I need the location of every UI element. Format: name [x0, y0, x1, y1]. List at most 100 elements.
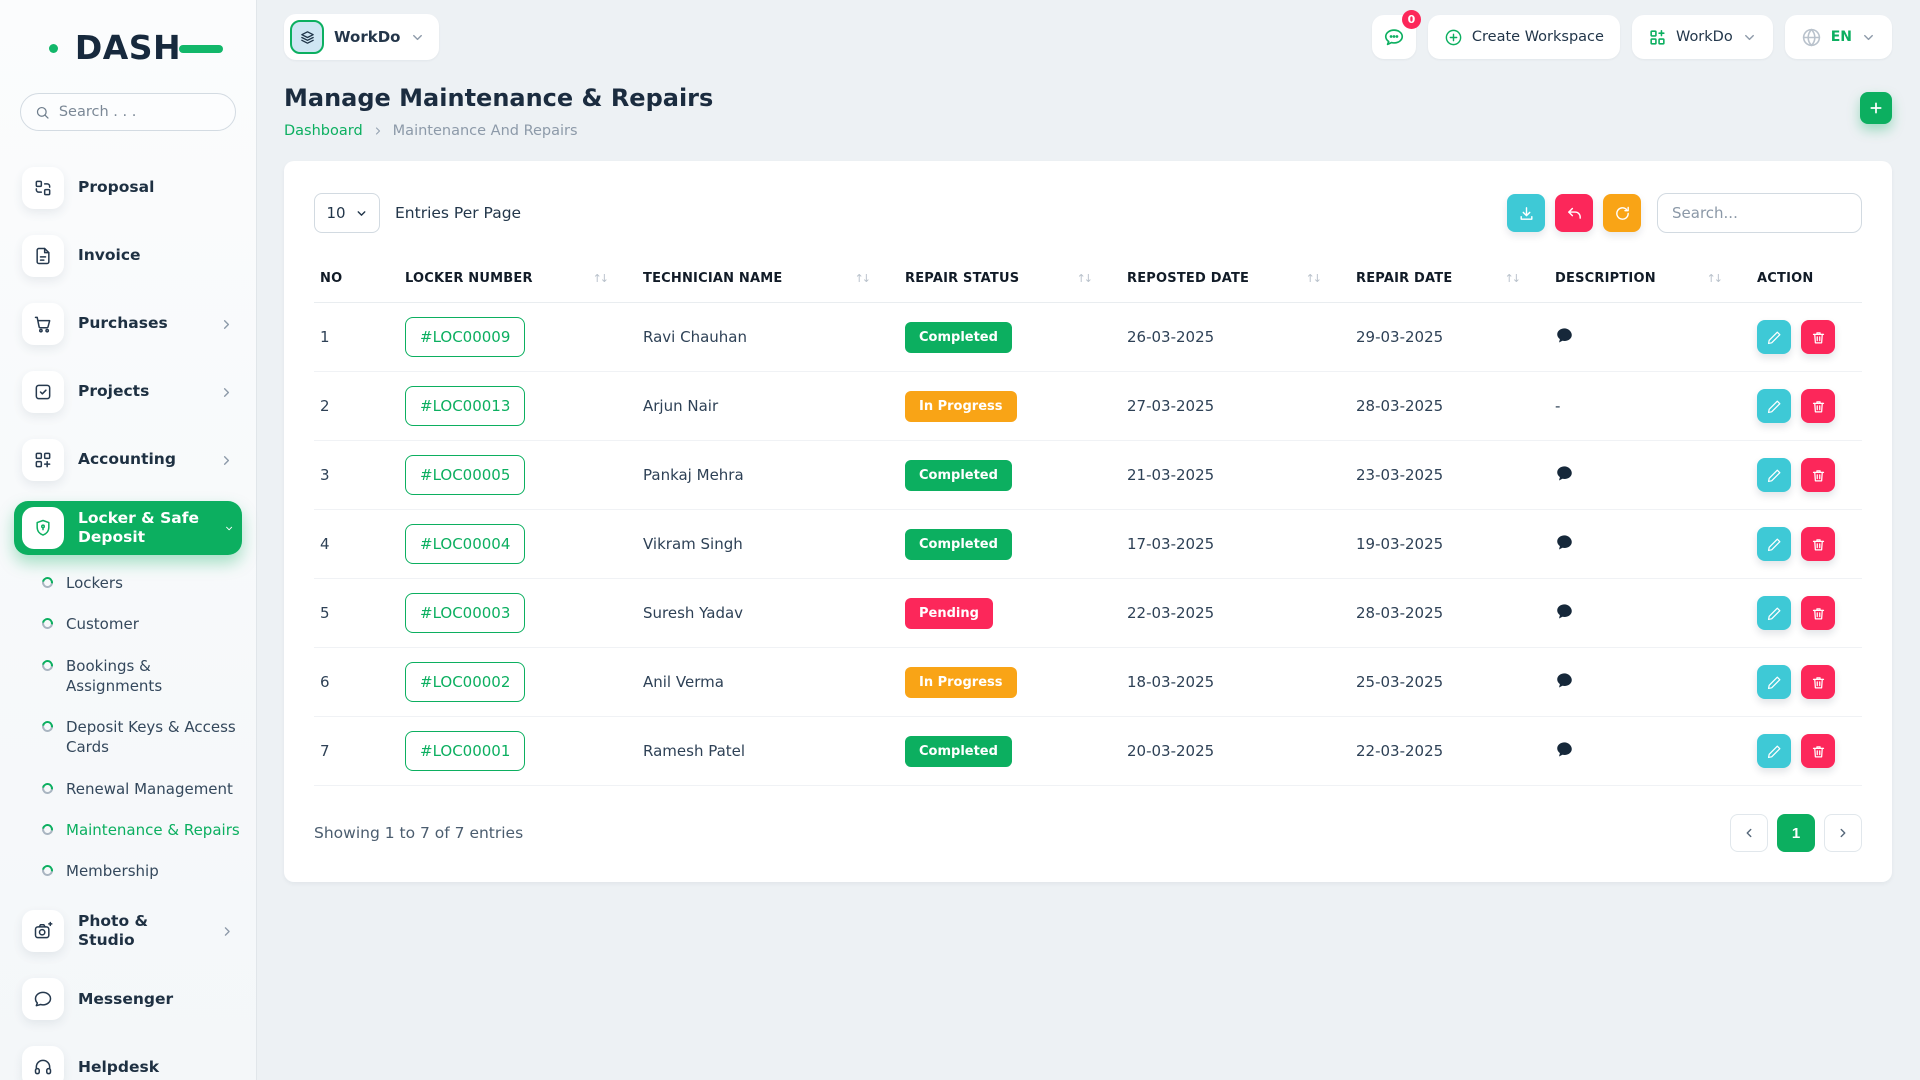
- sidebar-item-helpdesk[interactable]: Helpdesk: [14, 1040, 242, 1080]
- sidebar-item-proposal[interactable]: Proposal: [14, 161, 242, 215]
- sidebar-subitem-maintenance-repairs[interactable]: Maintenance & Repairs: [42, 820, 242, 840]
- locker-number-pill[interactable]: #LOC00004: [405, 524, 525, 564]
- sidebar-item-label: Helpdesk: [78, 1058, 159, 1077]
- edit-button[interactable]: [1757, 389, 1791, 423]
- chat-icon: [22, 978, 64, 1020]
- reposted-date: 27-03-2025: [1121, 372, 1350, 441]
- workdo-apps-dropdown[interactable]: WorkDo: [1632, 15, 1773, 59]
- locker-number-pill[interactable]: #LOC00005: [405, 455, 525, 495]
- sort-icon[interactable]: ↑↓: [1707, 272, 1721, 285]
- sidebar-item-label: Photo & Studio: [78, 912, 206, 951]
- sidebar-item-accounting[interactable]: Accounting: [14, 433, 242, 487]
- sidebar-item-invoice[interactable]: Invoice: [14, 229, 242, 283]
- reposted-date: 26-03-2025: [1121, 303, 1350, 372]
- comment-icon[interactable]: [1555, 464, 1574, 483]
- pagination-page-1-button[interactable]: 1: [1777, 814, 1815, 852]
- sidebar-item-messenger[interactable]: Messenger: [14, 972, 242, 1026]
- sidebar-item-label: Locker & Safe Deposit: [78, 509, 210, 548]
- comment-icon[interactable]: [1555, 671, 1574, 690]
- delete-button[interactable]: [1801, 389, 1835, 423]
- delete-button[interactable]: [1801, 320, 1835, 354]
- brand-logo: DASH: [53, 28, 203, 67]
- column-header-repair-date[interactable]: REPAIR DATE↑↓: [1350, 261, 1549, 303]
- create-workspace-button[interactable]: Create Workspace: [1428, 15, 1620, 59]
- sidebar-subitem-membership[interactable]: Membership: [42, 861, 242, 881]
- comment-icon[interactable]: [1555, 533, 1574, 552]
- delete-button[interactable]: [1801, 734, 1835, 768]
- sidebar-search[interactable]: [20, 93, 236, 131]
- table-controls: 10 Entries Per Page: [314, 193, 1862, 233]
- breadcrumb-dashboard-link[interactable]: Dashboard: [284, 123, 363, 139]
- sidebar-subitem-bookings-assignments[interactable]: Bookings & Assignments: [42, 656, 242, 697]
- sidebar-item-photo-studio[interactable]: Photo & Studio: [14, 904, 242, 958]
- technician-name: Suresh Yadav: [637, 579, 899, 648]
- sidebar-search-input[interactable]: [59, 104, 221, 120]
- sidebar-subitem-customer[interactable]: Customer: [42, 614, 242, 634]
- sidebar-item-projects[interactable]: Projects: [14, 365, 242, 419]
- delete-button[interactable]: [1801, 665, 1835, 699]
- column-header-reposted-date[interactable]: REPOSTED DATE↑↓: [1121, 261, 1350, 303]
- locker-number-pill[interactable]: #LOC00001: [405, 731, 525, 771]
- edit-button[interactable]: [1757, 458, 1791, 492]
- row-number: 1: [314, 303, 399, 372]
- edit-button[interactable]: [1757, 734, 1791, 768]
- repair-status-badge: Completed: [905, 460, 1012, 491]
- export-button[interactable]: [1507, 194, 1545, 232]
- edit-button[interactable]: [1757, 665, 1791, 699]
- comment-icon[interactable]: [1555, 326, 1574, 345]
- column-header-description[interactable]: DESCRIPTION↑↓: [1549, 261, 1751, 303]
- globe-icon: [1801, 27, 1822, 48]
- table-search-input[interactable]: [1657, 193, 1862, 233]
- sort-icon[interactable]: ↑↓: [1505, 272, 1519, 285]
- pagination-prev-button[interactable]: [1730, 814, 1768, 852]
- reposted-date: 22-03-2025: [1121, 579, 1350, 648]
- reset-button[interactable]: [1555, 194, 1593, 232]
- sidebar-item-purchases[interactable]: Purchases: [14, 297, 242, 351]
- sidebar-subitem-deposit-keys-access-cards[interactable]: Deposit Keys & Access Cards: [42, 717, 242, 758]
- locker-number-pill[interactable]: #LOC00013: [405, 386, 525, 426]
- locker-number-pill[interactable]: #LOC00003: [405, 593, 525, 633]
- description-cell: [1549, 579, 1751, 648]
- edit-button[interactable]: [1757, 320, 1791, 354]
- entries-per-page-label: Entries Per Page: [395, 204, 521, 222]
- sort-icon[interactable]: ↑↓: [593, 272, 607, 285]
- sidebar-subitem-renewal-management[interactable]: Renewal Management: [42, 779, 242, 799]
- sidebar-subitem-lockers[interactable]: Lockers: [42, 573, 242, 593]
- pagination: 1: [1730, 814, 1862, 852]
- sort-icon[interactable]: ↑↓: [855, 272, 869, 285]
- description-cell: [1549, 510, 1751, 579]
- column-header-locker-number[interactable]: LOCKER NUMBER↑↓: [399, 261, 637, 303]
- refresh-button[interactable]: [1603, 194, 1641, 232]
- workspace-selector[interactable]: WorkDo: [284, 14, 439, 60]
- delete-button[interactable]: [1801, 458, 1835, 492]
- messages-button[interactable]: 0: [1372, 15, 1416, 59]
- locker-number-pill[interactable]: #LOC00002: [405, 662, 525, 702]
- sidebar-item-label: Proposal: [78, 178, 154, 197]
- comment-icon[interactable]: [1555, 602, 1574, 621]
- table-row: 1 #LOC00009 Ravi Chauhan Completed 26-03…: [314, 303, 1862, 372]
- locker-number-pill[interactable]: #LOC00009: [405, 317, 525, 357]
- bullet-icon: [40, 863, 55, 878]
- comment-icon[interactable]: [1555, 740, 1574, 759]
- repair-status-badge: In Progress: [905, 667, 1017, 698]
- chevron-right-icon: [219, 453, 234, 468]
- table-row: 6 #LOC00002 Anil Verma In Progress 18-03…: [314, 648, 1862, 717]
- sort-icon[interactable]: ↑↓: [1306, 272, 1320, 285]
- bullet-icon: [40, 780, 55, 795]
- showing-entries-text: Showing 1 to 7 of 7 entries: [314, 824, 523, 842]
- add-record-button[interactable]: [1860, 92, 1892, 124]
- chevron-down-icon: [224, 521, 234, 536]
- delete-button[interactable]: [1801, 596, 1835, 630]
- sort-icon[interactable]: ↑↓: [1077, 272, 1091, 285]
- column-header-technician-name[interactable]: TECHNICIAN NAME↑↓: [637, 261, 899, 303]
- pagination-next-button[interactable]: [1824, 814, 1862, 852]
- edit-button[interactable]: [1757, 596, 1791, 630]
- language-selector[interactable]: EN: [1785, 15, 1892, 59]
- column-header-repair-status[interactable]: REPAIR STATUS↑↓: [899, 261, 1121, 303]
- row-number: 3: [314, 441, 399, 510]
- edit-button[interactable]: [1757, 527, 1791, 561]
- entries-per-page-select[interactable]: 10: [314, 193, 380, 233]
- workspace-name: WorkDo: [334, 28, 400, 46]
- sidebar-item-locker-safe-deposit[interactable]: Locker & Safe Deposit: [14, 501, 242, 555]
- delete-button[interactable]: [1801, 527, 1835, 561]
